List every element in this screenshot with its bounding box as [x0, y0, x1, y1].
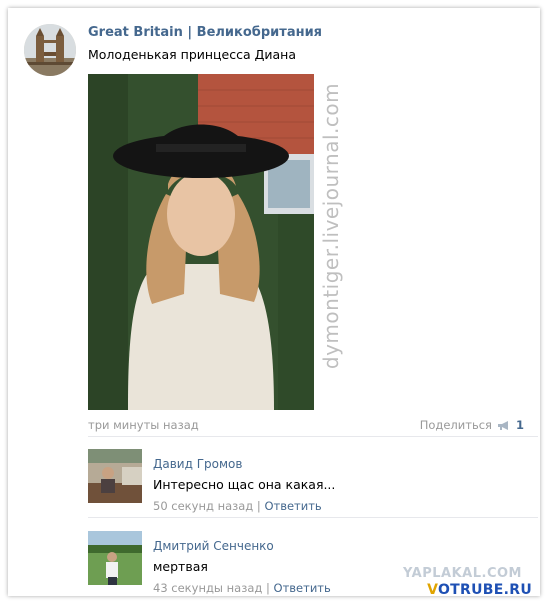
avatar-image [88, 449, 142, 503]
votrube-watermark: VOTRUBE.RU [427, 582, 532, 598]
post-card: Great Britain | Великобритания Молоденьк… [8, 8, 540, 596]
votrube-v: V [427, 582, 438, 598]
post-timestamp[interactable]: три минуты назад [88, 418, 199, 432]
share-label: Поделиться [419, 418, 492, 432]
reply-link[interactable]: Ответить [274, 581, 331, 595]
share-button[interactable]: Поделиться 1 [420, 418, 524, 432]
megaphone-icon [497, 420, 508, 430]
meta-separator: | [265, 581, 270, 595]
post-photo[interactable] [88, 74, 314, 410]
meta-separator: | [256, 499, 261, 513]
comment-text: мертвая [153, 559, 208, 574]
yaplakal-watermark: YAPLAKAL.COM [403, 566, 522, 581]
comment-meta: 43 секунды назад | Ответить [153, 581, 331, 595]
post-text: Молоденькая принцесса Диана [88, 47, 297, 62]
divider [88, 517, 538, 518]
share-count: 1 [515, 418, 524, 432]
votrube-rest: OTRUBE.RU [437, 582, 532, 598]
comment-author-link[interactable]: Давид Громов [153, 457, 242, 471]
group-name-link[interactable]: Great Britain | Великобритания [88, 25, 322, 40]
comment-timestamp[interactable]: 43 секунды назад [153, 581, 262, 595]
photo-watermark: dymontiger.livejournal.com [319, 82, 344, 370]
commenter-avatar[interactable] [88, 449, 142, 503]
commenter-avatar[interactable] [88, 531, 142, 585]
princess-photo-image [88, 74, 314, 410]
comment-meta: 50 секунд назад | Ответить [153, 499, 322, 513]
reply-link[interactable]: Ответить [264, 499, 321, 513]
comment-timestamp[interactable]: 50 секунд назад [153, 499, 253, 513]
comment-author-link[interactable]: Дмитрий Сенченко [153, 539, 274, 553]
group-avatar[interactable] [24, 24, 76, 76]
avatar-image [88, 531, 142, 585]
divider [88, 436, 538, 437]
comment-text: Интересно щас она какая... [153, 477, 336, 492]
tower-bridge-image [24, 24, 76, 76]
